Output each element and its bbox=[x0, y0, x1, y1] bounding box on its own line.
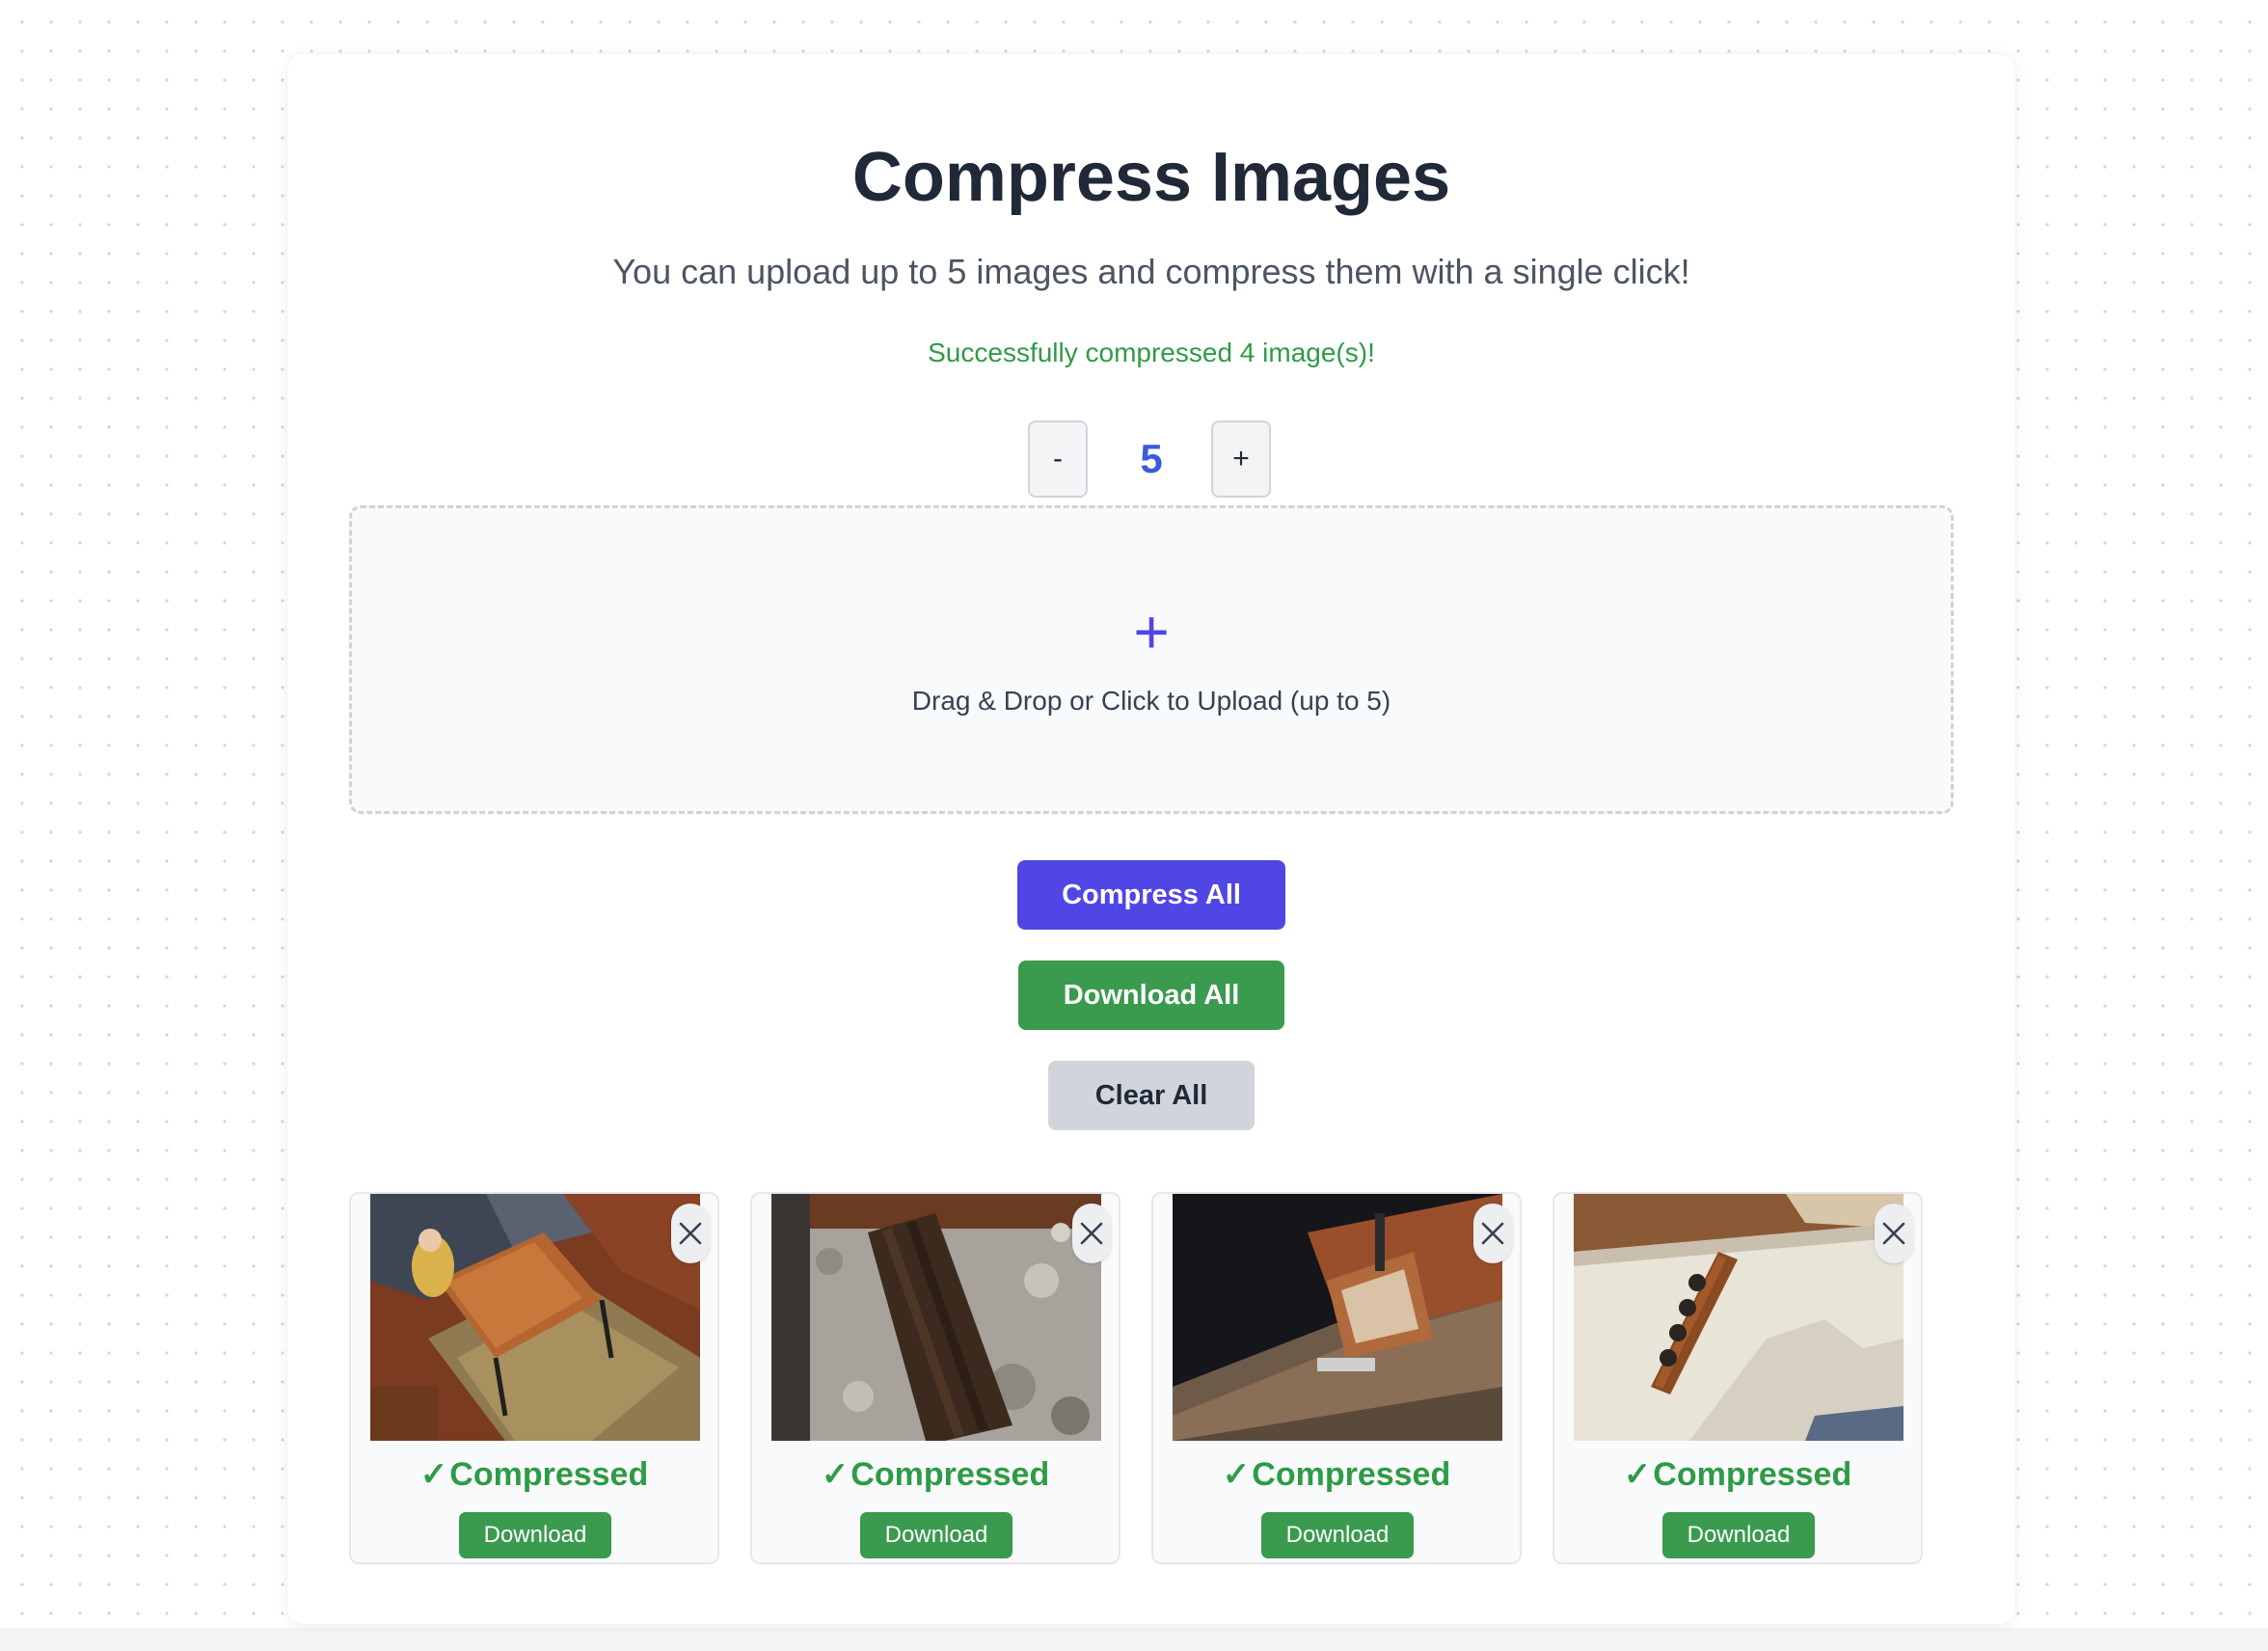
image-card: ✓Compressed Download bbox=[349, 1192, 719, 1564]
max-images-value: 5 bbox=[1140, 436, 1163, 481]
compressed-status-text: Compressed bbox=[449, 1456, 649, 1493]
download-image-button[interactable]: Download bbox=[459, 1512, 611, 1558]
compressed-status-text: Compressed bbox=[1252, 1456, 1451, 1493]
dropzone-label: Drag & Drop or Click to Upload (up to 5) bbox=[911, 686, 1391, 716]
compressed-status: ✓Compressed bbox=[1554, 1458, 1921, 1491]
remove-image-button[interactable] bbox=[1072, 1204, 1111, 1263]
image-thumbnail bbox=[1574, 1194, 1904, 1441]
compressed-status-text: Compressed bbox=[1653, 1456, 1852, 1493]
image-thumbnail bbox=[771, 1194, 1101, 1441]
compressor-card: Compress Images You can upload up to 5 i… bbox=[287, 54, 2015, 1624]
page-title: Compress Images bbox=[851, 139, 1451, 216]
decrement-button[interactable]: - bbox=[1028, 420, 1088, 498]
remove-image-button[interactable] bbox=[1473, 1204, 1512, 1263]
plus-icon: + bbox=[1133, 597, 1170, 666]
image-thumbnail bbox=[370, 1194, 700, 1441]
increment-button[interactable]: + bbox=[1211, 420, 1271, 498]
image-thumbnail bbox=[1173, 1194, 1502, 1441]
download-image-button[interactable]: Download bbox=[860, 1512, 1012, 1558]
compressed-status: ✓Compressed bbox=[1153, 1458, 1520, 1491]
page-subtitle: You can upload up to 5 images and compre… bbox=[612, 252, 1690, 291]
checkmark-icon: ✓ bbox=[1623, 1456, 1652, 1493]
checkmark-icon: ✓ bbox=[821, 1456, 850, 1493]
checkmark-icon: ✓ bbox=[419, 1456, 448, 1493]
download-all-button[interactable]: Download All bbox=[1018, 961, 1284, 1030]
page-bottom-strip bbox=[0, 1628, 2268, 1651]
download-image-button[interactable]: Download bbox=[1261, 1512, 1414, 1558]
remove-image-button[interactable] bbox=[1875, 1204, 1913, 1263]
compressed-status: ✓Compressed bbox=[752, 1458, 1119, 1491]
compressed-status-text: Compressed bbox=[850, 1456, 1050, 1493]
clear-all-button[interactable]: Clear All bbox=[1048, 1061, 1255, 1130]
image-card: ✓Compressed Download bbox=[1151, 1192, 1522, 1564]
checkmark-icon: ✓ bbox=[1222, 1456, 1251, 1493]
image-card: ✓Compressed Download bbox=[1552, 1192, 1923, 1564]
download-image-button[interactable]: Download bbox=[1662, 1512, 1815, 1558]
compress-all-button[interactable]: Compress All bbox=[1017, 860, 1285, 930]
close-icon bbox=[679, 1222, 702, 1245]
compressed-status: ✓Compressed bbox=[351, 1458, 717, 1491]
image-card: ✓Compressed Download bbox=[750, 1192, 1120, 1564]
remove-image-button[interactable] bbox=[671, 1204, 710, 1263]
close-icon bbox=[1882, 1222, 1905, 1245]
success-message: Successfully compressed 4 image(s)! bbox=[928, 338, 1375, 367]
close-icon bbox=[1481, 1222, 1504, 1245]
upload-dropzone[interactable]: + Drag & Drop or Click to Upload (up to … bbox=[349, 505, 1954, 814]
close-icon bbox=[1080, 1222, 1103, 1245]
